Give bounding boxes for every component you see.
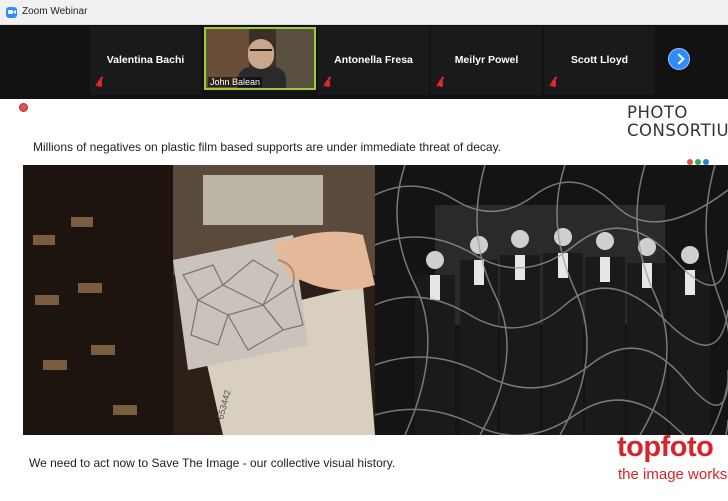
participant-name: John Balean — [208, 77, 263, 87]
slide-image-negative: 653442 — [23, 165, 375, 435]
logo-line2: CONSORTIUM — [627, 121, 728, 140]
zoom-icon — [6, 7, 17, 18]
topfoto-tagline: the image works — [618, 466, 728, 483]
muted-mic-icon — [324, 80, 333, 91]
participant-name: Antonella Fresa — [334, 54, 413, 66]
logo-line1: PHOTO — [627, 103, 688, 122]
slide-top-text: Millions of negatives on plastic film ba… — [33, 140, 502, 154]
record-icon — [19, 103, 28, 112]
participant-name: Scott Lloyd — [570, 54, 629, 66]
participant-tile-valentina[interactable]: Valentina Bachi — [90, 27, 201, 95]
participant-tile-antonella[interactable]: Antonella Fresa — [318, 27, 429, 95]
window-titlebar: Zoom Webinar — [0, 0, 728, 25]
participant-strip: Valentina Bachi Antonella Fresa Meilyr P… — [0, 25, 728, 99]
muted-mic-icon — [550, 80, 559, 91]
slide-bottom-text: We need to act now to Save The Image - o… — [29, 456, 396, 470]
participant-name: Valentina Bachi — [106, 54, 185, 66]
photo-consortium-logo: PHOTO CONSORTIUM — [627, 104, 728, 140]
next-page-button[interactable] — [668, 48, 690, 70]
muted-mic-icon — [437, 80, 446, 91]
participant-video-john[interactable]: John Balean — [204, 27, 316, 90]
participant-name: Meilyr Powel — [454, 54, 519, 66]
muted-mic-icon — [96, 80, 105, 91]
topfoto-logo: topfoto — [617, 431, 714, 463]
window-title: Zoom Webinar — [22, 6, 88, 17]
participant-tile-meilyr[interactable]: Meilyr Powel — [431, 27, 542, 95]
participant-tile-scott[interactable]: Scott Lloyd — [544, 27, 655, 95]
slide-image-group-portrait — [375, 165, 728, 435]
